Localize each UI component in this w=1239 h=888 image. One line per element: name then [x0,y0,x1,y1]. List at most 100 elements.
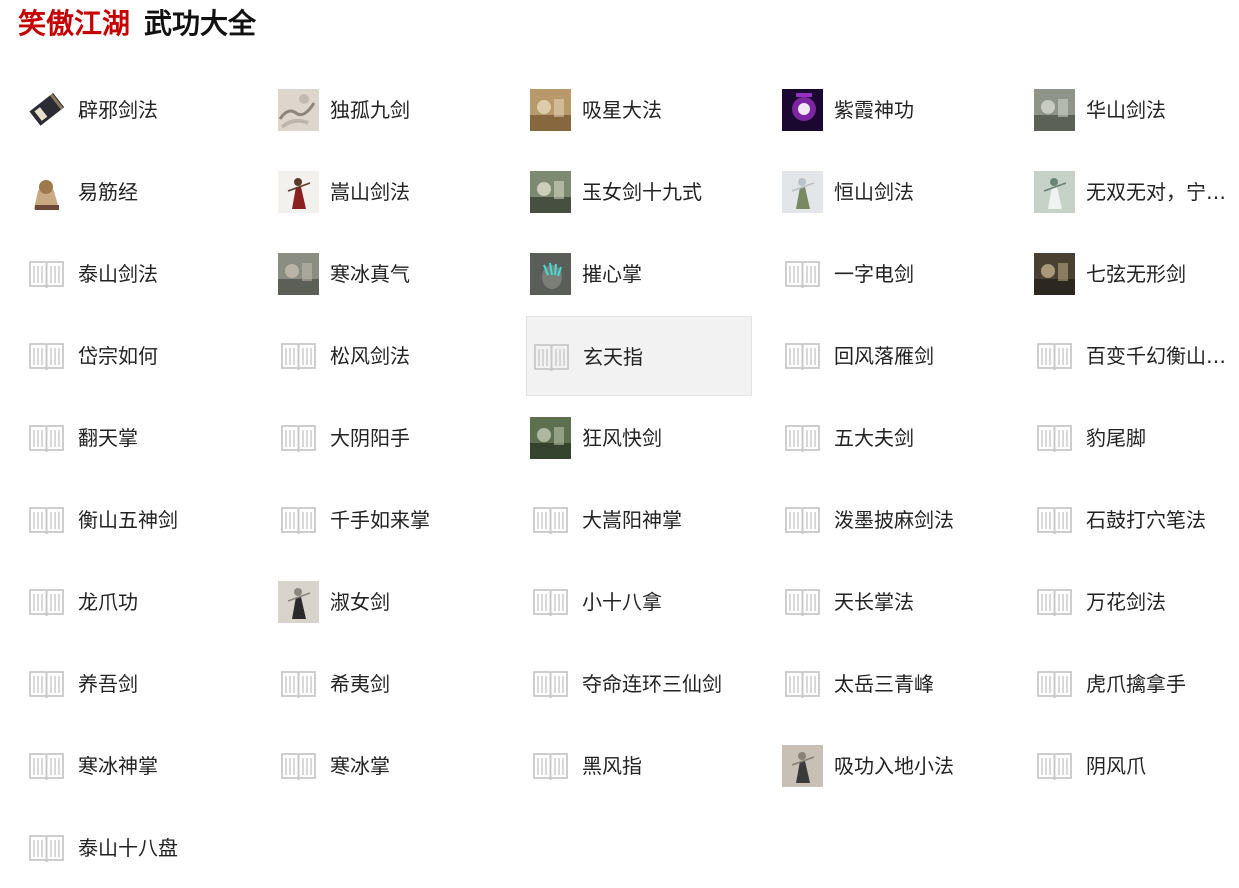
skill-label: 泰山十八盘 [78,836,178,860]
skill-item[interactable]: 紫霞神功 [778,70,1004,150]
skill-item[interactable]: 淑女剑 [274,562,500,642]
skill-item[interactable]: 大嵩阳神掌 [526,480,752,560]
skill-item[interactable]: 希夷剑 [274,644,500,724]
skill-item[interactable]: 吸功入地小法 [778,726,1004,806]
skill-label: 千手如来掌 [330,508,430,532]
skill-label: 玉女剑十九式 [582,180,702,204]
skill-thumbnail [278,253,319,295]
skill-thumbnail [530,417,571,459]
skill-item[interactable]: 玄天指 [526,316,752,396]
skill-item[interactable]: 衡山五神剑 [22,480,248,560]
skill-item[interactable]: 泼墨披麻剑法 [778,480,1004,560]
skill-item[interactable]: 易筋经 [22,152,248,232]
skill-item[interactable]: 虎爪擒拿手 [1030,644,1239,724]
skill-label: 恒山剑法 [834,180,914,204]
skill-label: 翻天掌 [78,426,138,450]
skill-thumbnail [782,171,823,213]
book-icon [530,663,571,705]
skill-item[interactable]: 寒冰真气 [274,234,500,314]
skill-item[interactable]: 玉女剑十九式 [526,152,752,232]
skill-label: 衡山五神剑 [78,508,178,532]
skill-item[interactable]: 大阴阳手 [274,398,500,478]
skill-label: 一字电剑 [834,262,914,286]
skill-item[interactable]: 百变千幻衡山云雾十三式 [1030,316,1239,396]
book-icon [530,745,571,787]
skill-label: 万花剑法 [1086,590,1166,614]
skill-item[interactable]: 辟邪剑法 [22,70,248,150]
skill-item[interactable]: 无双无对，宁氏一剑 [1030,152,1239,232]
skill-item[interactable]: 万花剑法 [1030,562,1239,642]
skill-item[interactable]: 天长掌法 [778,562,1004,642]
skill-item[interactable]: 太岳三青峰 [778,644,1004,724]
skill-thumbnail [278,581,319,623]
skill-label: 百变千幻衡山云雾十三式 [1086,344,1239,368]
skill-item[interactable]: 养吾剑 [22,644,248,724]
book-icon [1034,745,1075,787]
skill-label: 大阴阳手 [330,426,410,450]
skill-item[interactable]: 千手如来掌 [274,480,500,560]
skill-label: 摧心掌 [582,262,642,286]
skill-label: 寒冰真气 [330,262,410,286]
book-icon [278,745,319,787]
skill-item[interactable]: 独孤九剑 [274,70,500,150]
skill-item[interactable]: 龙爪功 [22,562,248,642]
skill-item[interactable]: 翻天掌 [22,398,248,478]
skill-item[interactable]: 泰山十八盘 [22,808,248,888]
skill-item[interactable]: 黑风指 [526,726,752,806]
skill-thumbnail [530,253,571,295]
skill-item[interactable]: 嵩山剑法 [274,152,500,232]
skill-label: 松风剑法 [330,344,410,368]
skill-label: 五大夫剑 [834,426,914,450]
skill-item[interactable]: 寒冰掌 [274,726,500,806]
book-icon [782,663,823,705]
skill-label: 嵩山剑法 [330,180,410,204]
skill-item[interactable]: 寒冰神掌 [22,726,248,806]
skill-thumbnail [1034,253,1075,295]
skill-item[interactable]: 夺命连环三仙剑 [526,644,752,724]
skill-label: 辟邪剑法 [78,98,158,122]
book-icon [1034,581,1075,623]
skill-thumbnail [278,89,319,131]
skill-label: 太岳三青峰 [834,672,934,696]
skill-item[interactable]: 岱宗如何 [22,316,248,396]
skill-item[interactable]: 小十八拿 [526,562,752,642]
skill-label: 寒冰神掌 [78,754,158,778]
skill-item[interactable]: 七弦无形剑 [1030,234,1239,314]
skill-label: 吸功入地小法 [834,754,954,778]
skill-item[interactable]: 松风剑法 [274,316,500,396]
skill-label: 紫霞神功 [834,98,914,122]
book-icon [531,336,572,378]
skill-item[interactable]: 泰山剑法 [22,234,248,314]
skill-label: 淑女剑 [330,590,390,614]
skill-label: 天长掌法 [834,590,914,614]
book-icon [26,581,67,623]
skill-label: 寒冰掌 [330,754,390,778]
skill-item[interactable]: 回风落雁剑 [778,316,1004,396]
book-icon [782,417,823,459]
skill-item[interactable]: 阴风爪 [1030,726,1239,806]
skill-label: 华山剑法 [1086,98,1166,122]
skill-label: 玄天指 [583,345,643,369]
skill-item[interactable]: 摧心掌 [526,234,752,314]
skill-label: 狂风快剑 [582,426,662,450]
skill-item[interactable]: 五大夫剑 [778,398,1004,478]
book-icon [26,417,67,459]
skill-label: 阴风爪 [1086,754,1146,778]
skill-item[interactable]: 恒山剑法 [778,152,1004,232]
skill-thumbnail [26,171,67,213]
book-icon [26,827,67,869]
skill-item[interactable]: 一字电剑 [778,234,1004,314]
skill-item[interactable]: 狂风快剑 [526,398,752,478]
book-icon [1034,417,1075,459]
skill-label: 小十八拿 [582,590,662,614]
skill-thumbnail [530,171,571,213]
skill-label: 龙爪功 [78,590,138,614]
skill-item[interactable]: 华山剑法 [1030,70,1239,150]
skill-item[interactable]: 豹尾脚 [1030,398,1239,478]
book-icon [26,663,67,705]
skill-thumbnail [1034,171,1075,213]
skill-item[interactable]: 吸星大法 [526,70,752,150]
skill-thumbnail [782,89,823,131]
skill-item[interactable]: 石鼓打穴笔法 [1030,480,1239,560]
book-icon [782,253,823,295]
